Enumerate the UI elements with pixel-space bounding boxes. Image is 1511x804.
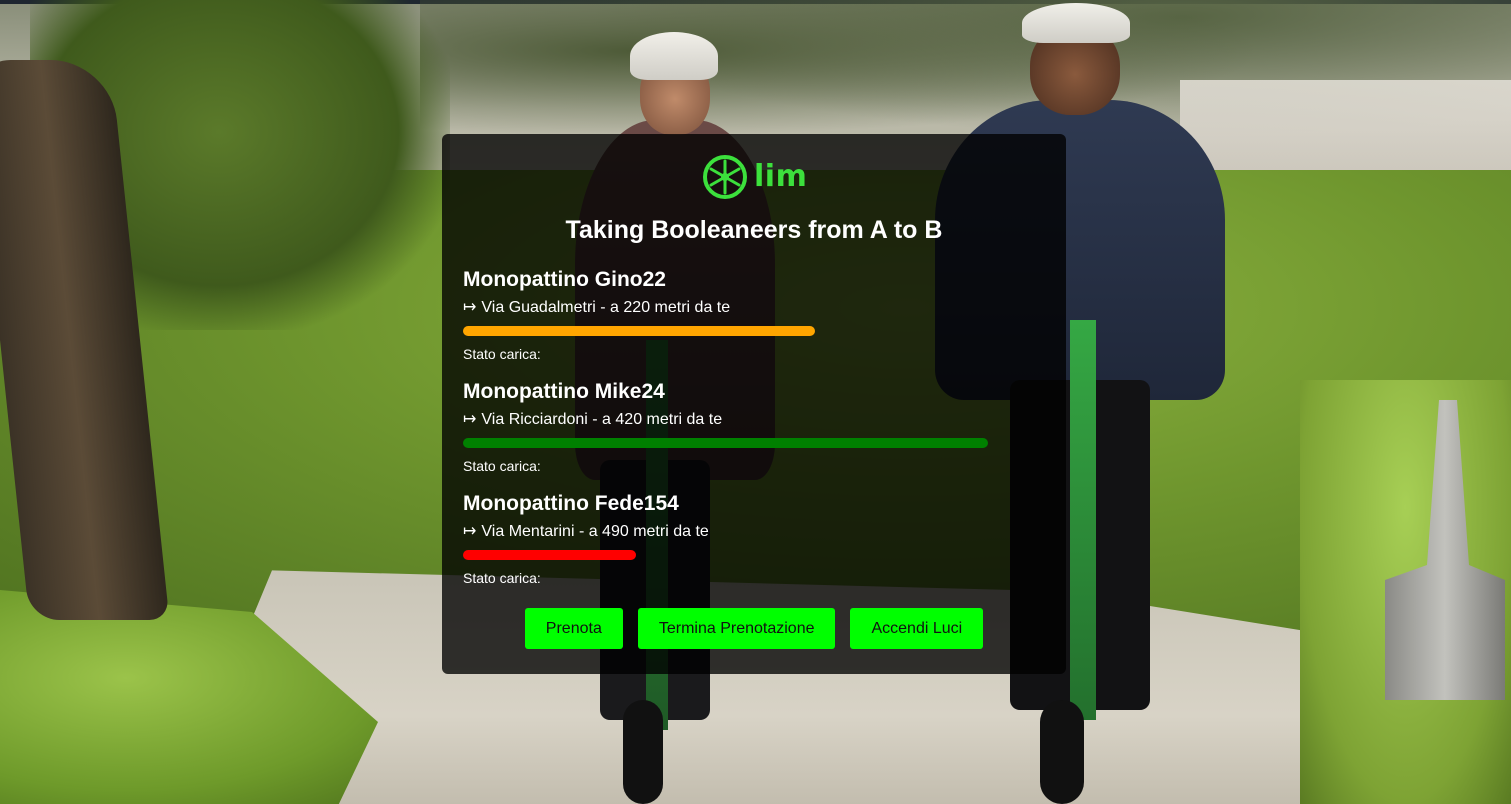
maps-to-arrow-icon: ↦	[463, 299, 477, 316]
background-tree-foliage	[30, 0, 450, 330]
background-bollard	[1385, 400, 1505, 700]
book-button[interactable]: Prenota	[524, 608, 623, 649]
scooter-name: Monopattino Fede154	[463, 492, 679, 515]
brand-logo: lim	[702, 154, 807, 200]
scooter-location-text: Via Mentarini - a 490 metri da te	[481, 523, 709, 540]
battery-fill	[463, 438, 988, 448]
battery-label: Stato carica:	[463, 458, 541, 474]
scooter-list-item[interactable]: Monopattino Mike24 ↦ Via Ricciardoni - a…	[463, 380, 1023, 474]
battery-bar	[463, 326, 988, 336]
end-booking-button[interactable]: Termina Prenotazione	[637, 608, 836, 649]
battery-fill	[463, 326, 815, 336]
brand-logo-text: lim	[754, 159, 808, 194]
rider-right-helmet	[1022, 3, 1130, 43]
top-edge-bar	[0, 0, 1511, 4]
page-background: lim Taking Booleaneers from A to B Monop…	[0, 0, 1511, 804]
scooter-location: ↦ Via Guadalmetri - a 220 metri da te	[463, 298, 1023, 318]
rider-right-head	[1030, 25, 1120, 115]
background-lawn-right	[1300, 380, 1511, 804]
scooter-location-text: Via Ricciardoni - a 420 metri da te	[481, 411, 723, 428]
scooter-list-item[interactable]: Monopattino Fede154 ↦ Via Mentarini - a …	[463, 492, 1023, 586]
maps-to-arrow-icon: ↦	[463, 523, 477, 540]
battery-fill	[463, 550, 637, 560]
scooter-location: ↦ Via Ricciardoni - a 420 metri da te	[463, 410, 1023, 430]
battery-bar	[463, 550, 988, 560]
page-title: Taking Booleaneers from A to B	[565, 216, 943, 244]
scooter-list-item[interactable]: Monopattino Gino22 ↦ Via Guadalmetri - a…	[463, 268, 1023, 362]
battery-bar	[463, 438, 988, 448]
rider-left-head	[640, 55, 710, 135]
maps-to-arrow-icon: ↦	[463, 411, 477, 428]
battery-label: Stato carica:	[463, 346, 541, 362]
scooter-right-wheel	[1040, 700, 1084, 804]
scooter-location-text: Via Guadalmetri - a 220 metri da te	[481, 299, 731, 316]
background-tree-trunk	[0, 60, 170, 620]
scooter-panel: lim Taking Booleaneers from A to B Monop…	[442, 134, 1066, 674]
background-lawn-left	[0, 590, 378, 804]
scooter-left-wheel	[623, 700, 663, 804]
scooter-name: Monopattino Gino22	[463, 268, 666, 291]
action-buttons: Prenota Termina Prenotazione Accendi Luc…	[442, 608, 1066, 649]
scooter-location: ↦ Via Mentarini - a 490 metri da te	[463, 522, 1023, 542]
battery-label: Stato carica:	[463, 570, 541, 586]
background-building	[1180, 80, 1511, 170]
lights-on-button[interactable]: Accendi Luci	[850, 608, 984, 649]
lime-wheel-icon	[703, 155, 747, 199]
scooter-right-stem	[1070, 320, 1096, 720]
scooter-name: Monopattino Mike24	[463, 380, 665, 403]
rider-left-helmet	[630, 32, 718, 80]
